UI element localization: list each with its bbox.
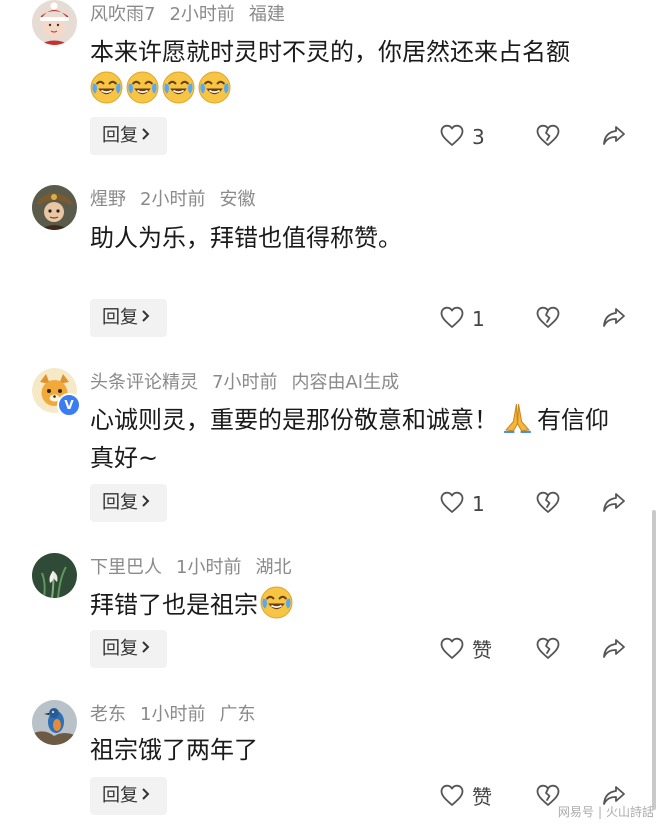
share-button[interactable] (602, 124, 626, 152)
share-arrow-icon (603, 308, 625, 327)
location: 安徽 (219, 189, 256, 210)
scrollbar[interactable] (652, 510, 656, 810)
comment-actions: 1 (440, 484, 640, 522)
location: 福建 (248, 4, 285, 25)
watermark-left: 网易号 (557, 805, 594, 819)
dislike-button[interactable] (536, 637, 560, 665)
dislike-button[interactable] (536, 491, 560, 519)
location: 湖北 (255, 557, 292, 578)
heart-outline-icon (440, 124, 464, 146)
username[interactable]: 下里巴人 (90, 557, 162, 578)
watermark-right: 火山詩話 (605, 805, 654, 819)
reply-label: 回复 (102, 492, 138, 513)
broken-heart-icon (536, 784, 560, 806)
comment-text: 祖宗饿了两年了 (90, 731, 620, 769)
comment-text: 助人为乐，拜错也值得称赞。 (90, 219, 620, 257)
heart-outline-icon (440, 306, 464, 328)
share-button[interactable] (602, 491, 626, 519)
heart-outline-icon (440, 491, 464, 513)
share-button[interactable] (602, 637, 626, 665)
comment-text: 心诚则灵，重要的是那份敬意和诚意！ 有信仰真好~ (90, 401, 620, 477)
watermark-separator: | (597, 805, 602, 819)
share-arrow-icon (603, 639, 625, 658)
username[interactable]: 煋野 (90, 189, 126, 210)
comment-body: 心诚则灵，重要的是那份敬意和诚意！ (90, 406, 498, 434)
avatar[interactable] (32, 700, 77, 745)
reply-button[interactable]: 回复 (90, 299, 167, 337)
comment-body: 本来许愿就时灵时不灵的，你居然还来占名额 (90, 38, 570, 66)
praying-hands-emoji (504, 404, 531, 433)
share-arrow-icon (603, 493, 625, 512)
dislike-button[interactable] (536, 124, 560, 152)
chevron-right-icon (141, 630, 151, 668)
like-count: 3 (472, 125, 485, 149)
share-arrow-icon (603, 126, 625, 145)
location: 广东 (219, 704, 256, 725)
comment-body: 助人为乐，拜错也值得称赞。 (90, 224, 402, 252)
avatar[interactable] (32, 185, 77, 230)
like-count: 1 (472, 307, 485, 331)
dislike-button[interactable] (536, 306, 560, 334)
verified-badge: V (57, 393, 81, 417)
reply-label: 回复 (102, 638, 138, 659)
location: 内容由AI生成 (291, 372, 400, 393)
laugh-cry-emoji (90, 71, 123, 104)
chevron-right-icon (141, 484, 151, 522)
comment-actions: 赞 (440, 630, 640, 668)
comment-actions: 3 (440, 117, 640, 155)
avatar[interactable] (32, 0, 77, 45)
laugh-cry-emoji (162, 71, 195, 104)
avatar[interactable] (32, 553, 77, 598)
username[interactable]: 风吹雨7 (90, 4, 155, 25)
broken-heart-icon (536, 306, 560, 328)
chevron-right-icon (141, 777, 151, 815)
dislike-button[interactable] (536, 784, 560, 812)
broken-heart-icon (536, 637, 560, 659)
username[interactable]: 头条评论精灵 (90, 372, 198, 393)
watermark: 网易号 | 火山詩話 (558, 803, 654, 820)
reply-label: 回复 (102, 785, 138, 806)
laugh-cry-emoji (198, 71, 231, 104)
comment-meta: 下里巴人 1小时前 湖北 (90, 557, 305, 579)
comment-meta: 风吹雨7 2小时前 福建 (90, 4, 299, 26)
timestamp: 2小时前 (140, 189, 206, 210)
comment-body: 祖宗饿了两年了 (90, 736, 258, 764)
timestamp: 2小时前 (169, 4, 235, 25)
timestamp: 1小时前 (140, 704, 206, 725)
reply-label: 回复 (102, 125, 138, 146)
comment-meta: 老东 1小时前 广东 (90, 704, 269, 726)
timestamp: 1小时前 (176, 557, 242, 578)
comment-text: 本来许愿就时灵时不灵的，你居然还来占名额 (90, 33, 620, 109)
laugh-cry-emoji (126, 71, 159, 104)
comment-meta: 煋野 2小时前 安徽 (90, 189, 269, 211)
chevron-right-icon (141, 299, 151, 337)
broken-heart-icon (536, 124, 560, 146)
comment-meta: 头条评论精灵 7小时前 内容由AI生成 (90, 372, 413, 394)
reply-label: 回复 (102, 307, 138, 328)
timestamp: 7小时前 (212, 372, 278, 393)
avatar[interactable]: V (32, 368, 81, 417)
reply-button[interactable]: 回复 (90, 777, 167, 815)
username[interactable]: 老东 (90, 704, 126, 725)
laugh-cry-emoji (260, 586, 293, 619)
comment-actions: 1 (440, 299, 640, 337)
reply-button[interactable]: 回复 (90, 117, 167, 155)
like-count: 赞 (472, 785, 492, 809)
chevron-right-icon (141, 117, 151, 155)
comment-body: 拜错了也是祖宗 (90, 591, 258, 619)
heart-outline-icon (440, 637, 464, 659)
broken-heart-icon (536, 491, 560, 513)
comment-text: 拜错了也是祖宗 (90, 586, 620, 624)
reply-button[interactable]: 回复 (90, 484, 167, 522)
heart-outline-icon (440, 784, 464, 806)
like-count: 赞 (472, 638, 492, 662)
reply-button[interactable]: 回复 (90, 630, 167, 668)
share-button[interactable] (602, 306, 626, 334)
like-count: 1 (472, 492, 485, 516)
